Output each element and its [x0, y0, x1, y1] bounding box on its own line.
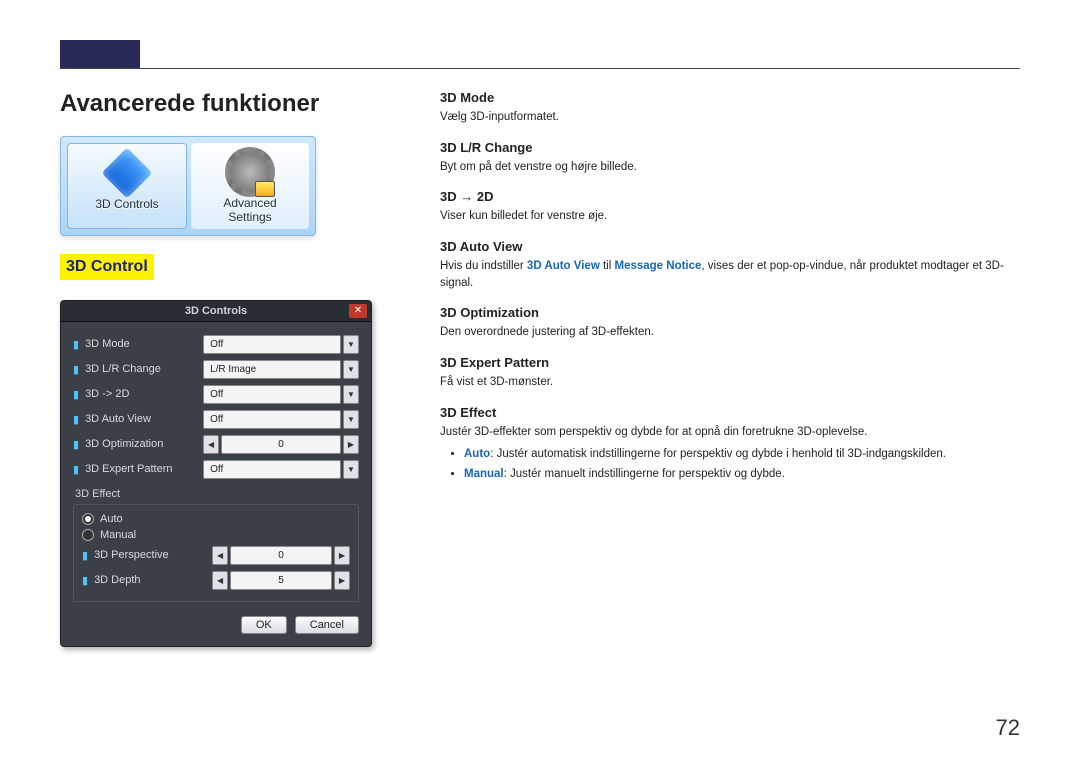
group-title: 3D Effect [75, 488, 359, 500]
stepper-left-icon[interactable]: ◀ [203, 435, 219, 454]
icon-label: Advanced Settings [191, 197, 309, 225]
group-3d-effect: Auto Manual ▮ 3D Perspective ◀ 0 ▶ [73, 504, 359, 602]
entry-title: 3D → 2D [440, 189, 1020, 204]
row-auto-view: ▮ 3D Auto View Off ▼ [73, 407, 359, 432]
chevron-down-icon[interactable]: ▼ [343, 410, 359, 429]
bullet-icon: ▮ [73, 438, 79, 451]
stepper-perspective[interactable]: 0 [230, 546, 332, 565]
row-3d-2d: ▮ 3D -> 2D Off ▼ [73, 382, 359, 407]
bullet-item: Manual: Justér manuelt indstillingerne f… [464, 466, 1020, 483]
row-optimization: ▮ 3D Optimization ◀ 0 ▶ [73, 432, 359, 457]
bullet-icon: ▮ [73, 463, 79, 476]
entry-desc: Den overordnede justering af 3D-effekten… [440, 324, 1020, 341]
bullet-icon: ▮ [73, 388, 79, 401]
stepper-right-icon[interactable]: ▶ [343, 435, 359, 454]
icon-card-advanced-settings[interactable]: Advanced Settings [191, 143, 309, 229]
stepper-left-icon[interactable]: ◀ [212, 571, 228, 590]
entry-bullets: Auto: Justér automatisk indstillingerne … [440, 446, 1020, 483]
stepper-right-icon[interactable]: ▶ [334, 571, 350, 590]
dropdown-expert-pattern[interactable]: Off [203, 460, 341, 479]
radio-manual[interactable]: Manual [82, 527, 350, 543]
panel-3d-controls: 3D Controls ✕ ▮ 3D Mode Off ▼ ▮ 3D L/R C… [60, 300, 372, 647]
panel-titlebar: 3D Controls ✕ [61, 301, 371, 322]
row-lr-change: ▮ 3D L/R Change L/R Image ▼ [73, 357, 359, 382]
row-label: 3D L/R Change [85, 363, 203, 375]
entry-desc: Justér 3D-effekter som perspektiv og dyb… [440, 424, 1020, 441]
entry-title: 3D Effect [440, 405, 1020, 420]
bullet-icon: ▮ [73, 338, 79, 351]
bullet-icon: ▮ [73, 363, 79, 376]
entry-title: 3D Mode [440, 90, 1020, 105]
radio-icon [82, 529, 94, 541]
header-rule [60, 68, 1020, 69]
row-label: 3D Optimization [85, 438, 203, 450]
row-label: 3D Expert Pattern [85, 463, 203, 475]
row-depth: ▮ 3D Depth ◀ 5 ▶ [82, 568, 350, 593]
stepper-right-icon[interactable]: ▶ [334, 546, 350, 565]
stepper-optimization[interactable]: 0 [221, 435, 341, 454]
dropdown-3d-2d[interactable]: Off [203, 385, 341, 404]
row-3d-mode: ▮ 3D Mode Off ▼ [73, 332, 359, 357]
row-label: 3D Auto View [85, 413, 203, 425]
gear-icon [191, 147, 309, 197]
radio-auto[interactable]: Auto [82, 511, 350, 527]
icon-card-3d-controls[interactable]: 3D Controls [67, 143, 187, 229]
page-number: 72 [996, 715, 1020, 741]
section-title: Avancerede funktioner [60, 90, 370, 118]
radio-label: Auto [100, 513, 123, 525]
chevron-down-icon[interactable]: ▼ [343, 335, 359, 354]
entry-title: 3D Auto View [440, 239, 1020, 254]
entry-desc: Få vist et 3D-mønster. [440, 374, 1020, 391]
ok-button[interactable]: OK [241, 616, 287, 634]
chevron-down-icon[interactable]: ▼ [343, 360, 359, 379]
chevron-down-icon[interactable]: ▼ [343, 385, 359, 404]
radio-icon [82, 513, 94, 525]
cancel-button[interactable]: Cancel [295, 616, 359, 634]
stepper-depth[interactable]: 5 [230, 571, 332, 590]
row-perspective: ▮ 3D Perspective ◀ 0 ▶ [82, 543, 350, 568]
row-label: 3D Perspective [94, 549, 212, 561]
panel-title: 3D Controls [185, 305, 247, 317]
bullet-icon: ▮ [82, 574, 88, 587]
entry-desc: Hvis du indstiller 3D Auto View til Mess… [440, 258, 1020, 291]
dropdown-auto-view[interactable]: Off [203, 410, 341, 429]
stepper-left-icon[interactable]: ◀ [212, 546, 228, 565]
icon-label: 3D Controls [68, 198, 186, 212]
sub-heading: 3D Control [60, 254, 154, 280]
radio-label: Manual [100, 529, 136, 541]
bullet-item: Auto: Justér automatisk indstillingerne … [464, 446, 1020, 463]
header-accent [60, 40, 140, 68]
entry-title: 3D Expert Pattern [440, 355, 1020, 370]
entry-desc: Viser kun billedet for venstre øje. [440, 208, 1020, 225]
bullet-icon: ▮ [82, 549, 88, 562]
entry-title: 3D L/R Change [440, 140, 1020, 155]
dropdown-3d-mode[interactable]: Off [203, 335, 341, 354]
entry-desc: Byt om på det venstre og højre billede. [440, 159, 1020, 176]
row-label: 3D -> 2D [85, 388, 203, 400]
entry-title: 3D Optimization [440, 305, 1020, 320]
row-expert-pattern: ▮ 3D Expert Pattern Off ▼ [73, 457, 359, 482]
entry-desc: Vælg 3D-inputformatet. [440, 109, 1020, 126]
bullet-icon: ▮ [73, 413, 79, 426]
row-label: 3D Depth [94, 574, 212, 586]
close-icon[interactable]: ✕ [349, 304, 367, 318]
row-label: 3D Mode [85, 338, 203, 350]
dropdown-lr-change[interactable]: L/R Image [203, 360, 341, 379]
icon-toolbar: 3D Controls Advanced Settings [60, 136, 316, 236]
cube-icon [68, 148, 186, 198]
chevron-down-icon[interactable]: ▼ [343, 460, 359, 479]
